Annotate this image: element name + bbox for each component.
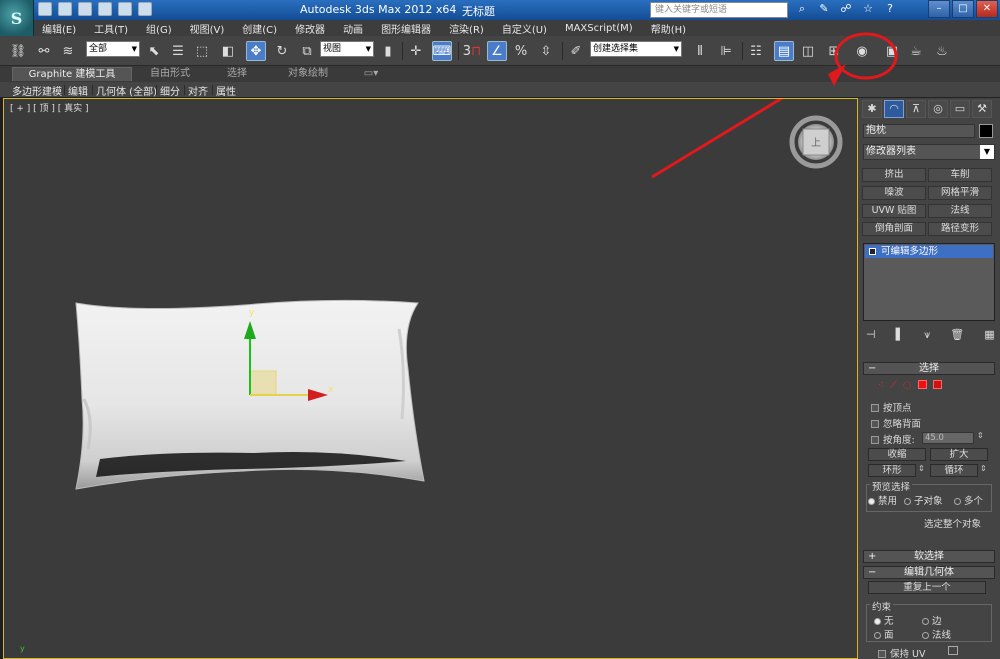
soft-selection-rollout-header[interactable]: + 软选择 — [863, 550, 995, 563]
by-vertex-label: 按顶点 — [883, 403, 912, 414]
element-icon[interactable] — [932, 380, 942, 389]
edit-geometry-title: 编辑几何体 — [904, 567, 954, 578]
modifier-normal-button[interactable]: 法线 — [928, 204, 992, 218]
selection-rollout-title: 选择 — [919, 363, 939, 374]
display-tab-icon[interactable]: ▭ — [950, 100, 970, 118]
soft-selection-title: 软选择 — [914, 551, 944, 562]
utilities-tab-icon[interactable]: ⚒ — [972, 100, 992, 118]
modifier-list-dropdown[interactable]: 修改器列表 ▼ — [863, 144, 995, 160]
spinner-arrows-icon[interactable]: ⇕ — [977, 431, 984, 440]
constraint-none-radio[interactable]: 无 — [874, 613, 894, 627]
by-angle-checkbox[interactable]: 按角度: — [871, 432, 915, 446]
modifier-path-deform-button[interactable]: 路径变形 — [928, 222, 992, 236]
create-tab-icon[interactable]: ✱ — [862, 100, 882, 118]
modifier-lathe-button[interactable]: 车削 — [928, 168, 992, 182]
modifier-extrude-button[interactable]: 挤出 — [862, 168, 926, 182]
preview-disabled-label: 禁用 — [878, 496, 898, 507]
by-vertex-checkbox[interactable]: 按顶点 — [871, 400, 912, 414]
edit-geometry-rollout-header[interactable]: − 编辑几何体 — [863, 566, 995, 579]
selection-rollout-header[interactable]: − 选择 — [863, 362, 995, 375]
make-unique-icon[interactable]: ⩛ — [924, 328, 930, 342]
show-end-result-icon[interactable]: ▌ — [896, 328, 904, 342]
preview-multi-label: 多个 — [964, 496, 984, 507]
edge-icon[interactable]: ⟋ — [890, 380, 897, 391]
annotation-overlay — [828, 32, 898, 86]
modifier-uvw-map-button[interactable]: UVW 贴图 — [862, 204, 926, 218]
constraint-edge-label: 边 — [932, 616, 942, 627]
command-panel: ✱ ◠ ⊼ ◎ ▭ ⚒ 抱枕 修改器列表 ▼ 挤出 车削 噪波 网格平滑 UVW… — [858, 98, 1000, 659]
ignore-backfacing-label: 忽略背面 — [883, 419, 922, 430]
pin-stack-icon[interactable]: ⊣ — [866, 328, 876, 342]
object-color-swatch[interactable] — [979, 124, 993, 138]
modifier-stack: 可编辑多边形 — [863, 243, 995, 321]
shrink-button[interactable]: 收缩 — [868, 448, 926, 461]
border-icon[interactable]: ◌ — [903, 380, 912, 391]
motion-tab-icon[interactable]: ◎ — [928, 100, 948, 118]
modifier-meshsmooth-button[interactable]: 网格平滑 — [928, 186, 992, 200]
loop-button[interactable]: 循环 — [930, 464, 978, 477]
grow-button[interactable]: 扩大 — [930, 448, 988, 461]
ring-button[interactable]: 环形 — [868, 464, 916, 477]
angle-spinner[interactable]: 45.0 — [922, 432, 974, 444]
constraint-none-label: 无 — [884, 616, 894, 627]
expand-icon[interactable] — [869, 248, 876, 255]
modifier-bevel-profile-button[interactable]: 倒角剖面 — [862, 222, 926, 236]
preview-multi-radio[interactable]: 多个 — [954, 493, 983, 507]
remove-modifier-icon[interactable]: 🗑 — [950, 328, 964, 342]
constraint-edge-radio[interactable]: 边 — [922, 613, 942, 627]
modify-tab-icon[interactable]: ◠ — [884, 100, 904, 118]
app-logo-icon: S — [10, 8, 23, 28]
by-angle-label: 按角度: — [883, 435, 915, 446]
loop-spinner-icon[interactable]: ⇕ — [980, 464, 987, 473]
preview-subobject-radio[interactable]: 子对象 — [904, 493, 943, 507]
modifier-list-label: 修改器列表 — [866, 146, 916, 157]
configure-modifier-sets-icon[interactable]: ▦ — [984, 328, 994, 342]
object-name-field[interactable]: 抱枕 — [863, 124, 975, 138]
modifier-noise-button[interactable]: 噪波 — [862, 186, 926, 200]
stack-item-label: 可编辑多边形 — [881, 246, 939, 257]
preview-subobject-label: 子对象 — [914, 496, 943, 507]
select-whole-object-text: 选定整个对象 — [924, 519, 982, 530]
annotation-circle — [834, 32, 898, 80]
preview-selection-label: 预览选择 — [870, 479, 913, 493]
preview-disabled-radio[interactable]: 禁用 — [868, 493, 897, 507]
constraint-face-label: 面 — [884, 630, 894, 641]
constraint-face-radio[interactable]: 面 — [874, 627, 894, 641]
preserve-uv-checkbox[interactable]: 保持 UV — [878, 646, 925, 659]
constraint-normal-label: 法线 — [932, 630, 952, 641]
chevron-down-icon: ▼ — [980, 145, 994, 159]
hierarchy-tab-icon[interactable]: ⊼ — [906, 100, 926, 118]
vertex-icon[interactable]: ⁖ — [878, 380, 884, 391]
stack-item-editable-poly[interactable]: 可编辑多边形 — [865, 245, 993, 258]
preserve-uv-label: 保持 UV — [890, 649, 926, 659]
repeat-last-button[interactable]: 重复上一个 — [868, 581, 986, 594]
polygon-icon[interactable] — [917, 380, 927, 389]
ignore-backfacing-checkbox[interactable]: 忽略背面 — [871, 416, 921, 430]
preserve-uv-settings-icon[interactable] — [948, 646, 958, 655]
ring-spinner-icon[interactable]: ⇕ — [918, 464, 925, 473]
constraint-normal-radio[interactable]: 法线 — [922, 627, 951, 641]
subobject-level-icons: ⁖ ⟋ ◌ — [878, 380, 942, 391]
constraints-label: 约束 — [870, 599, 894, 613]
app-logo-button[interactable]: S — [0, 0, 34, 36]
